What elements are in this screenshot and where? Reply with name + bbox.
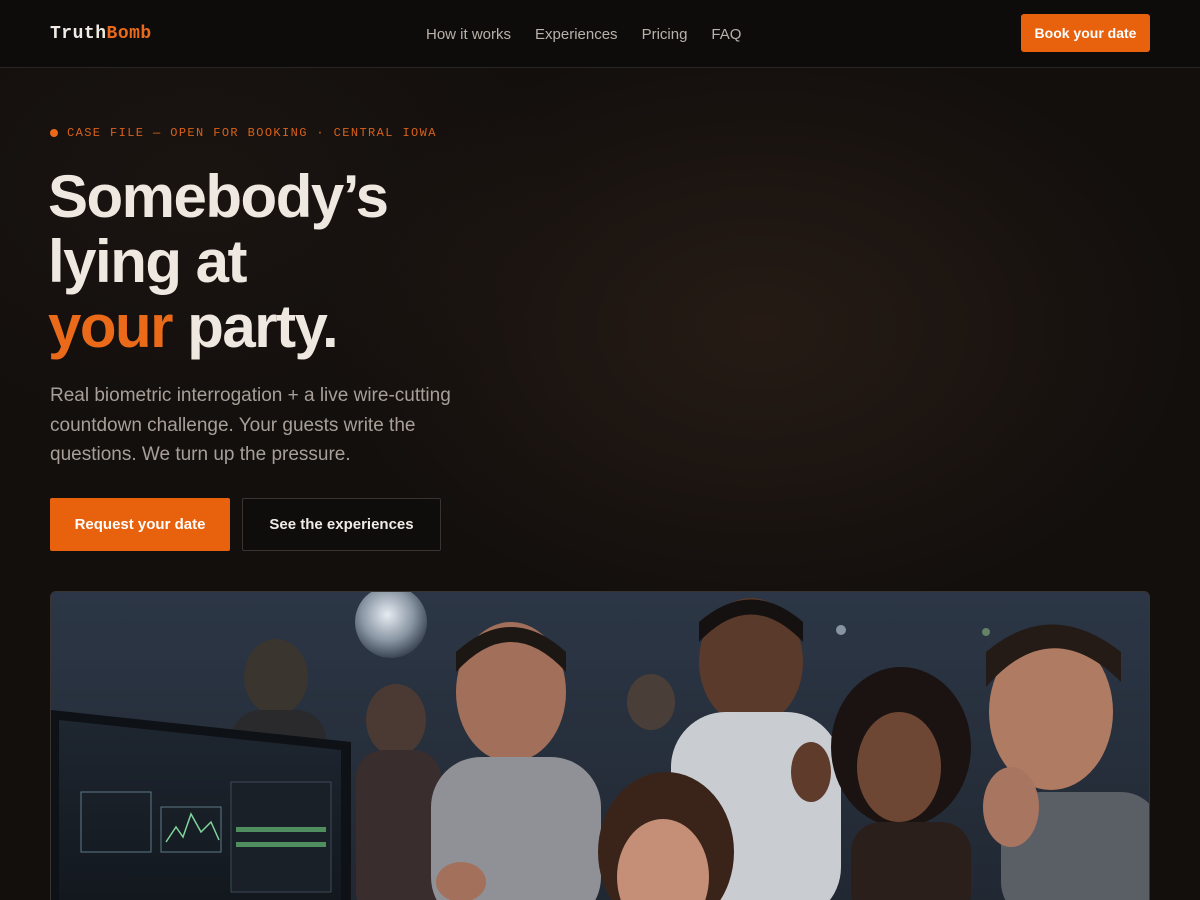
logo-part-truth: Truth [50,23,107,44]
headline-accent-word: your [48,293,174,360]
hero-photo [50,591,1150,900]
nav-link-experiences[interactable]: Experiences [535,26,618,43]
party-guests-illustration [51,592,1149,900]
nav-link-how-it-works[interactable]: How it works [426,26,511,43]
eyebrow-text: CASE FILE — OPEN FOR BOOKING · CENTRAL I… [67,126,437,140]
see-experiences-button[interactable]: See the experiences [242,498,441,551]
hero-eyebrow: CASE FILE — OPEN FOR BOOKING · CENTRAL I… [50,126,437,140]
logo-part-bomb: Bomb [106,23,152,44]
hero-headline: Somebody’s lying at your party. [48,164,518,359]
nav-link-pricing[interactable]: Pricing [642,26,688,43]
request-your-date-button[interactable]: Request your date [50,498,230,551]
status-dot-icon [50,129,58,137]
brand-logo[interactable]: TruthBomb [50,24,152,44]
headline-line-1: Somebody’s [48,163,389,230]
nav-link-faq[interactable]: FAQ [711,26,741,43]
book-your-date-button[interactable]: Book your date [1021,14,1150,52]
headline-line-2: lying at [48,228,248,295]
headline-line-3-end: party. [172,293,338,360]
hero-lede: Real biometric interrogation + a live wi… [50,385,451,465]
nav-links: How it works Experiences Pricing FAQ [426,0,741,68]
top-navigation: TruthBomb How it works Experiences Prici… [0,0,1200,68]
